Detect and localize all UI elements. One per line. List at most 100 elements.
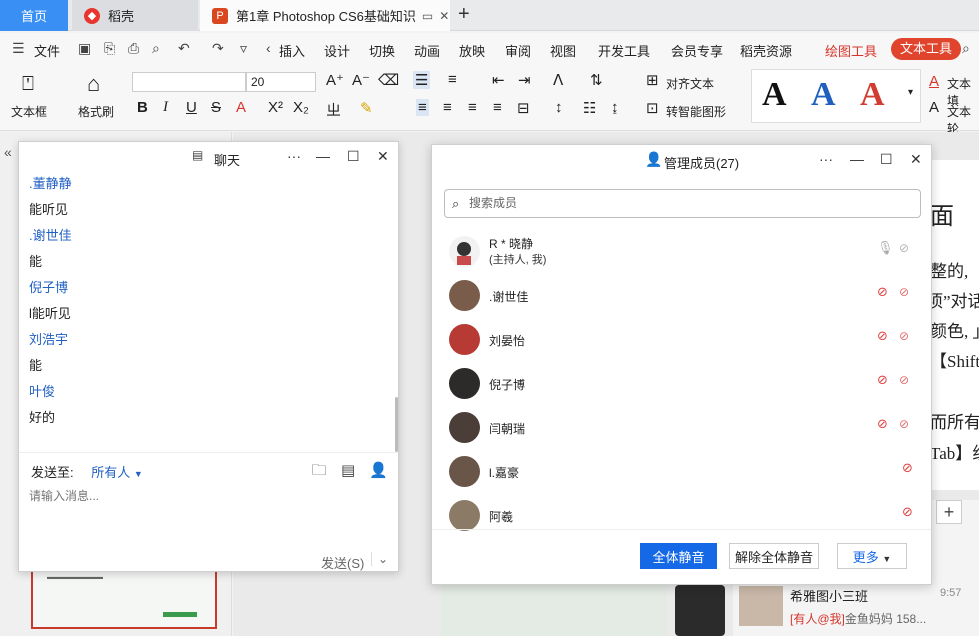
quick-access-dropdown-icon[interactable]: ▿ (240, 40, 247, 57)
announcement-icon[interactable]: ▤ (341, 462, 355, 479)
font-color-icon[interactable]: A (236, 99, 246, 116)
menu-animation[interactable]: 动画 (414, 41, 440, 60)
undo-icon[interactable]: ↶ (178, 40, 190, 57)
print-icon[interactable]: ⎙ (128, 40, 139, 57)
more-button[interactable]: 更多 ▼ (837, 543, 907, 569)
clear-format-icon[interactable]: ⌫ (378, 71, 399, 89)
font-name-select[interactable] (132, 72, 246, 92)
minimize-icon[interactable]: — (316, 148, 330, 164)
menu-developer[interactable]: 开发工具 (598, 41, 650, 60)
file-icon[interactable]: 🗀 (312, 462, 327, 479)
export-icon[interactable]: ⎘ (104, 40, 115, 57)
menu-drawing-tools[interactable]: 绘图工具 (825, 41, 877, 60)
close-icon[interactable]: ✕ (910, 151, 922, 168)
tab-docer[interactable]: ◆ 稻壳 (72, 0, 198, 31)
menu-text-tools[interactable]: 文本工具 (891, 38, 962, 60)
text-outline-icon[interactable]: A (929, 99, 939, 116)
send-button[interactable]: 发送(S) (321, 553, 364, 572)
text-style-black[interactable]: A (762, 76, 787, 114)
chat-titlebar[interactable]: ▤ 聊天 ··· — ☐ ✕ (19, 142, 398, 172)
microphone-muted-icon[interactable]: ⊘ (877, 328, 891, 346)
menu-slideshow[interactable]: 放映 (459, 41, 485, 60)
shrink-font-icon[interactable]: A⁻ (352, 71, 370, 89)
tab-restore-icon[interactable]: ▭ (422, 9, 433, 23)
microphone-icon[interactable]: 🎙 (877, 240, 894, 258)
font-size-select[interactable]: 20 (246, 72, 316, 92)
send-to-select[interactable]: 所有人 ▼ (91, 465, 143, 480)
format-painter-button[interactable]: 格式刷 (78, 103, 114, 120)
close-icon[interactable]: ✕ (377, 148, 389, 165)
microphone-muted-icon[interactable]: ⊘ (902, 460, 916, 478)
camera-off-icon[interactable]: ⊘ (899, 285, 917, 301)
underline-icon[interactable]: U (186, 99, 197, 116)
textbox-icon[interactable]: ⍞ (22, 73, 34, 96)
tab-close-icon[interactable]: ✕ (439, 9, 449, 23)
text-style-red[interactable]: A (860, 76, 885, 114)
superscript-icon[interactable]: X² (268, 99, 283, 116)
search-icon[interactable]: ⌕ (962, 40, 970, 57)
smart-shape-button[interactable]: 转智能图形 (666, 103, 726, 120)
menu-docer-resources[interactable]: 稻壳资源 (740, 41, 792, 60)
collapse-pane-icon[interactable]: « (4, 144, 12, 160)
microphone-muted-icon[interactable]: ⊘ (877, 372, 891, 390)
maximize-icon[interactable]: ☐ (880, 151, 893, 168)
save-icon[interactable]: ▣ (78, 40, 91, 57)
camera-off-icon[interactable]: ⊘ (899, 329, 917, 345)
line-spacing-icon[interactable]: ↕ (555, 99, 563, 116)
chat-message-input[interactable] (29, 486, 387, 506)
menu-design[interactable]: 设计 (324, 41, 350, 60)
menu-member[interactable]: 会员专享 (671, 41, 723, 60)
preview-icon[interactable]: ⌕ (152, 40, 160, 57)
format-painter-icon[interactable]: ⌂ (87, 71, 100, 97)
more-icon[interactable]: ··· (819, 151, 833, 167)
align-text-icon[interactable]: ⊞ (646, 71, 659, 89)
bullets-icon[interactable]: ☰ (413, 71, 431, 89)
bold-icon[interactable]: B (137, 99, 148, 116)
strikethrough-icon[interactable]: S (211, 99, 221, 116)
justify-icon[interactable]: ≡ (493, 99, 502, 116)
microphone-muted-icon[interactable]: ⊘ (902, 504, 916, 522)
distribute-icon[interactable]: ⊟ (517, 99, 530, 117)
member-row[interactable]: 倪子博 ⊘ ⊘ (432, 361, 931, 405)
redo-icon[interactable]: ↷ (212, 40, 224, 57)
mute-all-button[interactable]: 全体静音 (640, 543, 717, 569)
member-row[interactable]: R * 晓静 (主持人, 我) 🎙 ⊘ (432, 229, 931, 273)
camera-off-icon[interactable]: ⊘ (899, 241, 917, 257)
italic-icon[interactable]: I (163, 99, 168, 116)
send-options-icon[interactable]: ⌄ (371, 552, 388, 566)
tab-presentation[interactable]: P 第1章 Photoshop CS6基础知识 ▭ ✕ (200, 0, 450, 31)
text-fill-icon[interactable]: A (929, 73, 939, 90)
menu-review[interactable]: 审阅 (505, 41, 531, 60)
menu-file[interactable]: 文件 (34, 41, 60, 60)
sort-icon[interactable]: ⇅ (590, 71, 603, 89)
microphone-muted-icon[interactable]: ⊘ (877, 416, 891, 434)
tab-home[interactable]: 首页 (0, 0, 68, 31)
textbox-button[interactable]: 文本框 (11, 103, 47, 120)
paragraph-spacing-icon[interactable]: ☷ (583, 99, 596, 117)
minimize-icon[interactable]: — (850, 151, 864, 167)
menu-insert[interactable]: 插入 (279, 41, 305, 60)
member-search-input[interactable]: ⌕ 搜索成员 (444, 189, 921, 218)
align-center-icon[interactable]: ≡ (443, 99, 452, 116)
align-right-icon[interactable]: ≡ (468, 99, 477, 116)
smart-shape-icon[interactable]: ⊡ (646, 99, 659, 117)
member-row[interactable]: 闫朝瑞 ⊘ ⊘ (432, 405, 931, 449)
text-style-blue[interactable]: A (811, 76, 836, 114)
im-chat-title[interactable]: 希雅图小三班 (790, 586, 868, 605)
unmute-all-button[interactable]: 解除全体静音 (729, 543, 819, 569)
numbering-icon[interactable]: ≡ (448, 71, 457, 88)
menu-view[interactable]: 视图 (550, 41, 576, 60)
grow-font-icon[interactable]: A⁺ (326, 71, 344, 89)
text-direction-icon[interactable]: ꓥ (553, 71, 563, 89)
gallery-more-icon[interactable]: ▾ (908, 87, 913, 98)
user-icon[interactable]: 👤 (369, 462, 388, 479)
member-row[interactable]: l.嘉豪 ⊘ (432, 449, 931, 493)
member-row[interactable]: .谢世佳 ⊘ ⊘ (432, 273, 931, 317)
maximize-icon[interactable]: ☐ (347, 148, 360, 165)
microphone-muted-icon[interactable]: ⊘ (877, 284, 891, 302)
menu-transition[interactable]: 切换 (369, 41, 395, 60)
chat-scrollbar[interactable] (395, 397, 398, 452)
decrease-indent-icon[interactable]: ⇤ (492, 71, 505, 89)
increase-indent-icon[interactable]: ⇥ (518, 71, 531, 89)
new-tab-button[interactable]: + (458, 3, 470, 26)
